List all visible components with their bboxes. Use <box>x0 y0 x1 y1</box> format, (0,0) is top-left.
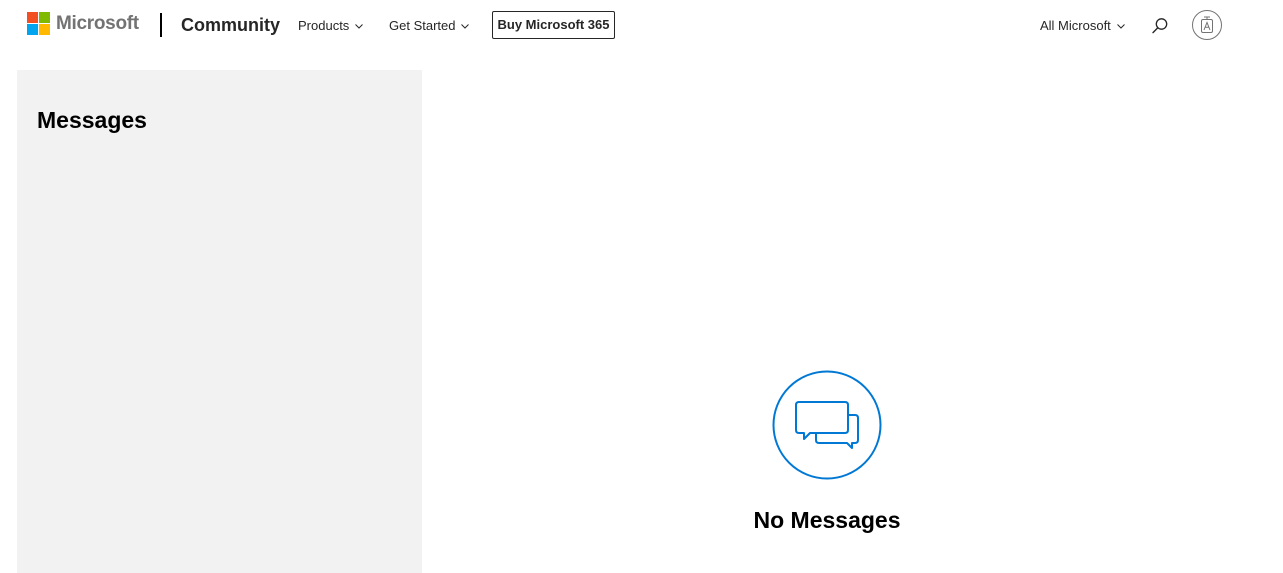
search-button[interactable] <box>1150 16 1170 36</box>
messages-sidebar: Messages <box>17 70 422 573</box>
nav-products[interactable]: Products <box>298 17 364 34</box>
account-avatar-icon <box>1201 16 1213 33</box>
all-microsoft-menu[interactable]: All Microsoft <box>1040 17 1126 34</box>
microsoft-logo-link[interactable]: Microsoft <box>27 12 139 35</box>
no-messages-text: No Messages <box>753 507 901 533</box>
sidebar-title: Messages <box>37 107 147 133</box>
chevron-down-icon <box>355 23 364 29</box>
header-divider <box>160 13 162 37</box>
site-header: Microsoft Community Products Get Started… <box>0 0 1283 54</box>
nav-products-label: Products <box>298 18 350 33</box>
all-microsoft-label: All Microsoft <box>1040 18 1111 33</box>
nav-get-started[interactable]: Get Started <box>389 17 470 34</box>
search-icon <box>1152 18 1168 34</box>
account-avatar-button[interactable] <box>1192 10 1222 40</box>
microsoft-wordmark: Microsoft <box>56 13 139 34</box>
microsoft-logo-icon <box>27 12 50 35</box>
chevron-down-icon <box>1116 23 1125 29</box>
chat-bubbles-icon <box>772 370 882 480</box>
community-home-link[interactable]: Community <box>181 14 280 36</box>
buy-microsoft-365-button[interactable]: Buy Microsoft 365 <box>492 11 615 39</box>
nav-get-started-label: Get Started <box>389 18 456 33</box>
chevron-down-icon <box>461 23 470 29</box>
